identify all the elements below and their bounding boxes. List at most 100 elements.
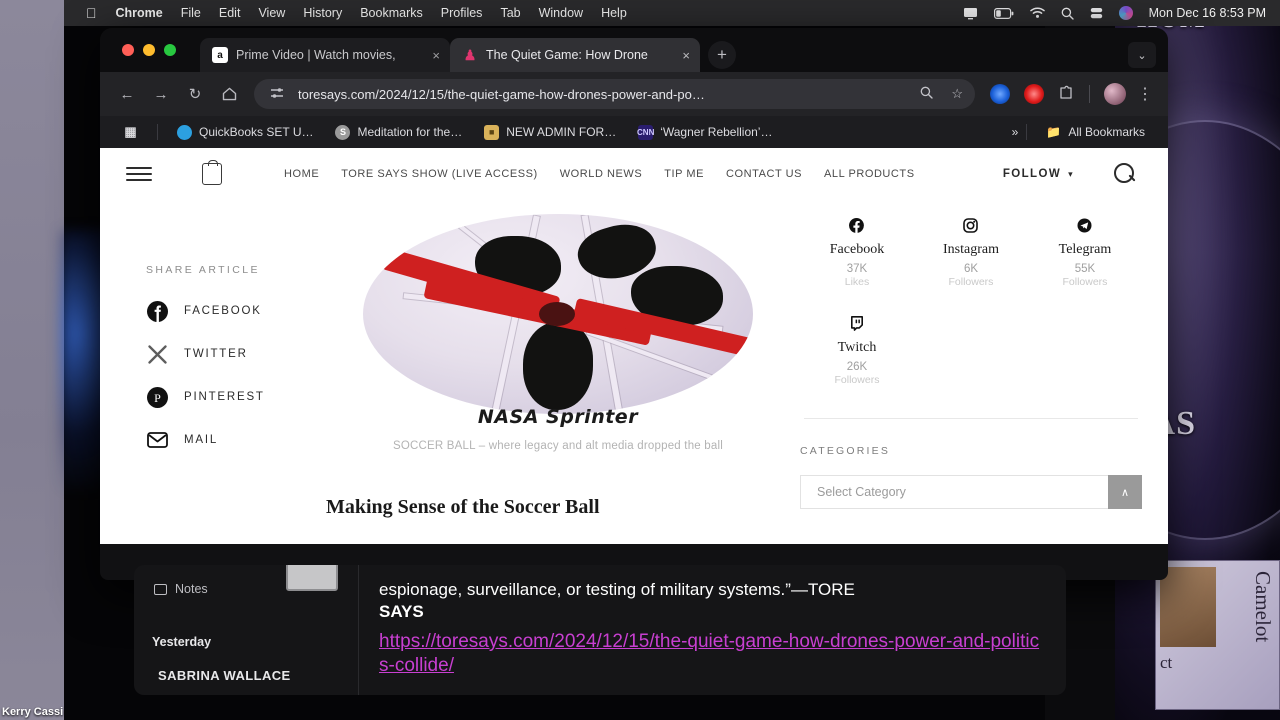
pinterest-icon: P	[146, 386, 168, 408]
twitter-x-icon	[146, 343, 168, 365]
social-metric-label: Followers	[948, 276, 994, 288]
bookmarks-overflow-button[interactable]: »	[1012, 125, 1019, 139]
address-bar[interactable]: toresays.com/2024/12/15/the-quiet-game-h…	[254, 79, 975, 109]
categories-title: CATEGORIES	[800, 445, 891, 457]
bookmark-meditation[interactable]: S Meditation for the…	[324, 124, 473, 140]
menubar-clock[interactable]: Mon Dec 16 8:53 PM	[1141, 6, 1272, 20]
maximize-window-button[interactable]	[164, 44, 176, 56]
shopping-cart-icon[interactable]	[202, 160, 222, 185]
close-tab-icon[interactable]: ×	[428, 48, 440, 63]
tab-search-chevron-down-icon[interactable]: ⌄	[1128, 42, 1156, 68]
spotlight-search-icon[interactable]	[1053, 7, 1082, 20]
bookmark-new-admin[interactable]: ■ NEW ADMIN FOR…	[473, 124, 627, 140]
menu-item-tab[interactable]: Tab	[491, 6, 529, 20]
poster-word-ct: ct	[1160, 653, 1173, 672]
close-window-button[interactable]	[122, 44, 134, 56]
hamburger-menu-icon[interactable]	[126, 167, 152, 181]
apple-icon[interactable]: 	[72, 6, 107, 20]
share-facebook-button[interactable]: FACEBOOK	[146, 300, 326, 322]
social-metric-label: Followers	[1062, 276, 1108, 288]
extension-blue-icon[interactable]	[985, 79, 1015, 109]
bookmark-quickbooks[interactable]: QuickBooks SET U…	[166, 124, 324, 140]
note-link[interactable]: https://toresays.com/2024/12/15/the-quie…	[379, 630, 1048, 679]
mail-icon	[146, 429, 168, 451]
category-select[interactable]: Select Category ∧	[800, 475, 1142, 509]
follow-dropdown[interactable]: FOLLOW ▾	[1003, 168, 1074, 180]
reload-button[interactable]: ↻	[180, 79, 210, 109]
chrome-menu-icon[interactable]: ⋮	[1134, 84, 1156, 104]
chevron-up-icon[interactable]: ∧	[1108, 475, 1142, 509]
menu-item-chrome[interactable]: Chrome	[107, 6, 172, 20]
home-button[interactable]	[214, 79, 244, 109]
macos-menu-bar:  Chrome File Edit View History Bookmark…	[64, 0, 1280, 26]
battery-icon[interactable]	[986, 7, 1022, 19]
tab-title: Prime Video | Watch movies,	[236, 48, 396, 62]
user-avatar-icon[interactable]	[1111, 6, 1141, 20]
social-stats-grid: Facebook 37K Likes Instagram 6K Follower…	[800, 210, 1142, 406]
article-image-caption: SOCCER BALL – where legacy and alt media…	[393, 440, 723, 452]
bookmarks-bar: ▦ QuickBooks SET U… S Meditation for the…	[100, 116, 1168, 148]
new-tab-button[interactable]: +	[708, 41, 736, 69]
tab-prime-video[interactable]: a Prime Video | Watch movies, ×	[200, 38, 450, 72]
forward-button[interactable]: →	[146, 79, 176, 109]
notes-folder-item[interactable]: Notes	[154, 582, 208, 596]
bookmark-wagner-rebellion[interactable]: CNN ‘Wagner Rebellion’…	[627, 124, 783, 140]
social-count: 37K	[846, 263, 868, 275]
menu-item-file[interactable]: File	[172, 6, 210, 20]
apps-grid-icon[interactable]: ▦	[112, 124, 149, 140]
watermark: Kerry Cassi	[2, 706, 64, 718]
twitch-icon	[800, 316, 914, 334]
menu-item-window[interactable]: Window	[530, 6, 592, 20]
note-list-item[interactable]: SABRINA WALLACE	[158, 668, 291, 683]
nav-links: HOME TORE SAYS SHOW (LIVE ACCESS) WORLD …	[284, 168, 915, 180]
menu-item-view[interactable]: View	[249, 6, 294, 20]
share-label: TWITTER	[184, 348, 248, 360]
note-quote-text: espionage, surveillance, or testing of m…	[379, 580, 855, 599]
meditation-icon: S	[335, 124, 351, 140]
control-center-icon[interactable]	[1082, 7, 1111, 20]
social-metric-label: Likes	[844, 276, 870, 288]
zoom-search-icon[interactable]	[916, 86, 937, 102]
menu-item-edit[interactable]: Edit	[210, 6, 250, 20]
bookmark-star-icon[interactable]: ☆	[947, 86, 967, 102]
back-button[interactable]: ←	[112, 79, 142, 109]
tab-the-quiet-game[interactable]: ♟ The Quiet Game: How Drone ×	[450, 38, 700, 72]
social-card-telegram[interactable]: Telegram 55K Followers	[1028, 210, 1142, 308]
share-pinterest-button[interactable]: P PINTEREST	[146, 386, 326, 408]
social-card-twitch[interactable]: Twitch 26K Followers	[800, 308, 914, 406]
menu-item-help[interactable]: Help	[592, 6, 636, 20]
extensions-puzzle-icon[interactable]	[1053, 85, 1079, 104]
notes-icon	[154, 583, 167, 595]
share-article-rail: SHARE ARTICLE FACEBOOK TWITTER P PINTERE…	[126, 200, 326, 519]
all-bookmarks-button[interactable]: 📁 All Bookmarks	[1035, 125, 1156, 140]
menu-item-history[interactable]: History	[294, 6, 351, 20]
social-card-instagram[interactable]: Instagram 6K Followers	[914, 210, 1028, 308]
nav-link-home[interactable]: HOME	[284, 168, 319, 180]
nav-link-tip-me[interactable]: TIP ME	[664, 168, 704, 180]
minimize-window-button[interactable]	[143, 44, 155, 56]
menu-item-profiles[interactable]: Profiles	[432, 6, 492, 20]
share-mail-button[interactable]: MAIL	[146, 429, 326, 451]
background-left-bezel	[0, 0, 64, 720]
article-title: Making Sense of the Soccer Ball	[326, 496, 600, 518]
share-twitter-button[interactable]: TWITTER	[146, 343, 326, 365]
note-thumbnail	[286, 565, 338, 591]
extension-red-icon[interactable]	[1019, 79, 1049, 109]
profile-avatar[interactable]	[1100, 79, 1130, 109]
sidebar: Facebook 37K Likes Instagram 6K Follower…	[790, 200, 1142, 519]
close-tab-icon[interactable]: ×	[678, 48, 690, 63]
nav-link-tore-says-show[interactable]: TORE SAYS SHOW (LIVE ACCESS)	[341, 168, 538, 180]
social-card-facebook[interactable]: Facebook 37K Likes	[800, 210, 914, 308]
search-icon[interactable]	[1114, 163, 1136, 185]
menu-item-bookmarks[interactable]: Bookmarks	[351, 6, 432, 20]
wifi-icon[interactable]	[1022, 7, 1053, 19]
screen-mirroring-icon[interactable]	[955, 7, 986, 20]
tune-icon[interactable]	[266, 87, 288, 102]
address-bar-url: toresays.com/2024/12/15/the-quiet-game-h…	[298, 86, 705, 102]
tab-strip: a Prime Video | Watch movies, × ♟ The Qu…	[100, 28, 1168, 72]
nav-link-contact-us[interactable]: CONTACT US	[726, 168, 802, 180]
nav-link-all-products[interactable]: ALL PRODUCTS	[824, 168, 915, 180]
share-label: PINTEREST	[184, 391, 265, 403]
folder-icon: 📁	[1046, 125, 1062, 139]
nav-link-world-news[interactable]: WORLD NEWS	[560, 168, 643, 180]
